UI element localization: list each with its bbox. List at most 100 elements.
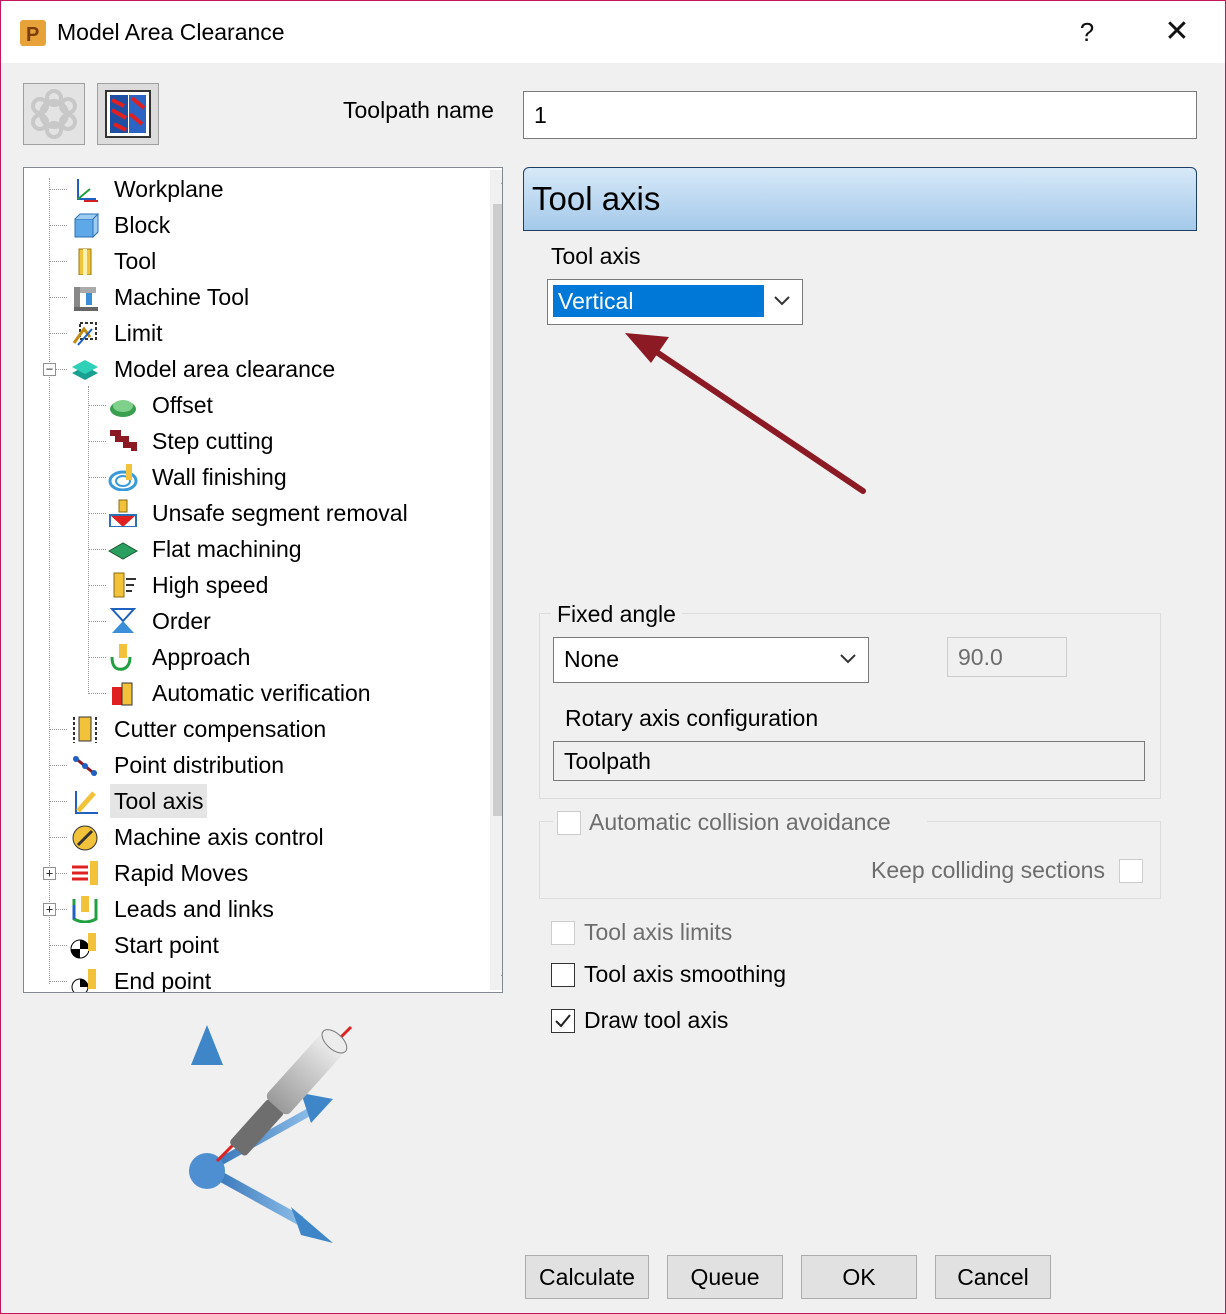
keep-colliding-sections-label: Keep colliding sections <box>871 857 1105 883</box>
tree-item-flat-machining[interactable]: Flat machining <box>108 532 454 566</box>
tree-item-machine-tool[interactable]: Machine Tool <box>70 280 454 314</box>
tree-item-label: Limit <box>114 320 163 346</box>
tree-item-end-point[interactable]: End point <box>70 964 454 993</box>
tree-item-leads-and-links[interactable]: Leads and links <box>70 892 454 926</box>
cancel-button[interactable]: Cancel <box>935 1255 1051 1299</box>
toolpath-name-label: Toolpath name <box>343 97 494 123</box>
tree-item-offset[interactable]: Offset <box>108 388 454 422</box>
scroll-down-icon[interactable]: ⌄ <box>490 958 502 988</box>
chevron-down-icon <box>774 296 790 306</box>
queue-button[interactable]: Queue <box>667 1255 783 1299</box>
tree-item-unsafe-segment-removal[interactable]: Unsafe segment removal <box>108 496 454 530</box>
tree-item-workplane[interactable]: Workplane <box>70 172 454 206</box>
tree-item-point-distribution[interactable]: Point distribution <box>70 748 454 782</box>
fixed-angle-select[interactable]: None <box>553 637 869 683</box>
tree-item-order[interactable]: Order <box>108 604 454 638</box>
gear-outline-icon <box>31 89 77 139</box>
expand-icon[interactable]: + <box>43 867 56 880</box>
tree-item-approach[interactable]: Approach <box>108 640 454 674</box>
tree-item-high-speed[interactable]: High speed <box>108 568 454 602</box>
tool-axis-smoothing-label: Tool axis smoothing <box>584 961 786 987</box>
tool-axis-smoothing-checkbox[interactable] <box>551 963 575 987</box>
tree-item-rapid-moves[interactable]: Rapid Moves <box>70 856 454 890</box>
draw-tool-axis-label: Draw tool axis <box>584 1007 729 1033</box>
start-point-icon <box>70 933 96 959</box>
tree-item-model-area-clearance[interactable]: Model area clearance <box>70 352 454 386</box>
tree-connector <box>49 189 67 190</box>
tree-item-cutter-compensation[interactable]: Cutter compensation <box>70 712 454 746</box>
strategy-tree: Workplane Block Tool Machine Tool Limit Model… <box>23 167 503 993</box>
tree-item-label: Machine Tool <box>114 284 250 310</box>
rotary-axis-configuration-field[interactable]: Toolpath <box>553 741 1145 781</box>
tree-item-label: Order <box>152 608 211 634</box>
tree-connector <box>88 513 106 514</box>
tree-item-label: Flat machining <box>152 536 302 562</box>
rotary-axis-configuration-label: Rotary axis configuration <box>565 705 819 731</box>
window-title: Model Area Clearance <box>57 19 285 45</box>
tool-axis-label: Tool axis <box>551 243 641 269</box>
tree-item-tool[interactable]: Tool <box>70 244 454 278</box>
model-area-clearance-icon <box>72 360 98 380</box>
tool-axis-limits-checkbox[interactable] <box>551 921 575 945</box>
tree-connector <box>88 693 106 694</box>
limit-icon <box>72 322 97 346</box>
tree-item-machine-axis-control[interactable]: Machine axis control <box>70 820 454 854</box>
tree-connector <box>49 981 67 982</box>
tree-item-label: Wall finishing <box>152 464 287 490</box>
toolpath-preview-button[interactable] <box>97 83 159 145</box>
tree-item-label: End point <box>114 968 212 993</box>
toolpath-name-input[interactable]: 1 <box>523 91 1197 139</box>
automatic-collision-avoidance-checkbox[interactable] <box>557 811 581 835</box>
block-icon <box>74 213 100 239</box>
tree-item-tool-axis[interactable]: Tool axis <box>70 784 454 818</box>
powermill-app-icon: P <box>20 20 46 46</box>
expand-icon[interactable]: + <box>43 903 56 916</box>
tree-item-start-point[interactable]: Start point <box>70 928 454 962</box>
keep-colliding-sections-checkbox[interactable] <box>1119 859 1143 883</box>
machine-axis-control-icon <box>72 825 98 851</box>
tree-connector <box>49 333 67 334</box>
workplane-icon <box>77 179 98 202</box>
dialog-window: P Model Area Clearance ? ✕ Toolpath name… <box>0 0 1226 1314</box>
svg-text:P: P <box>26 24 39 46</box>
tool-axis-limits-label: Tool axis limits <box>584 919 733 945</box>
end-point-icon <box>71 969 96 992</box>
draw-tool-axis-checkbox[interactable] <box>551 1009 575 1033</box>
tree-connector <box>88 657 106 658</box>
tree-item-label: Cutter compensation <box>114 716 327 742</box>
approach-icon <box>110 644 132 671</box>
tree-connector <box>88 441 106 442</box>
fixed-angle-value-input[interactable]: 90.0 <box>947 637 1067 677</box>
calculate-button[interactable]: Calculate <box>525 1255 649 1299</box>
tree-item-label: Start point <box>114 932 219 958</box>
tree-item-automatic-verification[interactable]: Automatic verification <box>108 676 454 710</box>
wall-finishing-icon <box>108 464 138 491</box>
toolpath-pattern-icon <box>105 90 151 138</box>
tree-item-wall-finishing[interactable]: Wall finishing <box>108 460 454 494</box>
tree-item-block[interactable]: Block <box>70 208 454 242</box>
tool-axis-select[interactable]: Vertical <box>547 279 803 325</box>
tree-connector <box>49 178 50 984</box>
tree-item-limit[interactable]: Limit <box>70 316 454 350</box>
scroll-up-icon[interactable]: ⌃ <box>490 172 502 202</box>
toolpath-sets-button[interactable] <box>23 83 85 145</box>
tree-connector <box>49 837 67 838</box>
tool-axis-icon <box>75 791 98 814</box>
ok-button[interactable]: OK <box>801 1255 917 1299</box>
title-bar: P Model Area Clearance ? ✕ <box>1 1 1225 63</box>
rapid-moves-icon <box>72 861 98 885</box>
scroll-thumb[interactable] <box>493 204 502 816</box>
high-speed-icon <box>113 572 136 598</box>
tree-connector <box>49 225 67 226</box>
tool-axis-preview-image <box>189 1025 353 1243</box>
close-button[interactable]: ✕ <box>1147 11 1207 53</box>
collapse-icon[interactable]: − <box>43 363 56 376</box>
offset-icon <box>110 400 136 417</box>
tree-connector <box>49 801 67 802</box>
tree-item-label: Workplane <box>114 176 224 202</box>
tree-scrollbar[interactable]: ⌃ ⌄ <box>490 170 502 990</box>
tree-item-step-cutting[interactable]: Step cutting <box>108 424 454 458</box>
chevron-down-icon <box>840 654 856 664</box>
help-button[interactable]: ? <box>1057 11 1117 53</box>
order-icon <box>109 608 137 633</box>
